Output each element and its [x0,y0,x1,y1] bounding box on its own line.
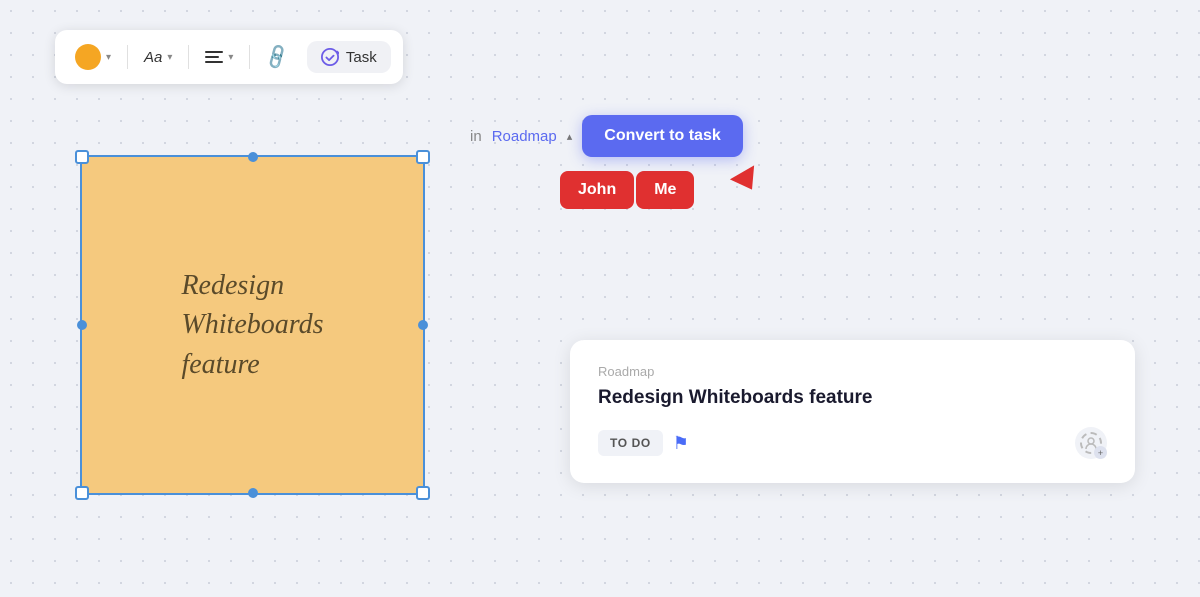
color-picker-button[interactable]: ▾ [67,38,119,76]
task-label: Task [346,49,377,66]
add-user-plus-icon: + [1094,446,1107,459]
align-button[interactable]: ▾ [197,45,241,69]
task-card: Roadmap Redesign Whiteboards feature TO … [570,340,1135,483]
in-text: in [470,128,482,145]
align-chevron-icon: ▾ [228,52,233,63]
card-title: Redesign Whiteboards feature [598,387,1107,409]
color-chevron-icon: ▾ [106,52,111,63]
handle-top-left[interactable] [75,150,89,164]
card-project-label: Roadmap [598,364,1107,379]
font-button[interactable]: Aa ▾ [136,43,180,72]
task-button[interactable]: Task [307,41,391,73]
badge-me: Me [636,171,694,209]
handle-bottom-left[interactable] [75,486,89,500]
card-footer: TO DO ⚑ + [598,427,1107,459]
link-button[interactable]: 🔗 [258,41,296,74]
font-chevron-icon: ▾ [167,52,172,63]
task-check-icon [321,48,339,66]
convert-to-task-button[interactable]: Convert to task [582,115,742,157]
card-footer-left: TO DO ⚑ [598,430,689,456]
roadmap-chevron-icon[interactable]: ▴ [567,130,573,143]
popup-area: in Roadmap ▴ Convert to task John Me [470,115,743,209]
link-icon: 🔗 [263,42,293,71]
handle-top-mid[interactable] [248,152,258,162]
flag-icon[interactable]: ⚑ [673,433,689,454]
color-dot [75,44,101,70]
sticky-note-text: Redesign Whiteboards feature [181,266,323,384]
font-label: Aa [144,49,162,66]
todo-status-badge[interactable]: TO DO [598,430,663,456]
formatting-toolbar: ▾ Aa ▾ ▾ 🔗 Task [55,30,403,84]
divider-2 [188,45,189,69]
align-icon [205,51,223,63]
handle-bottom-right[interactable] [416,486,430,500]
handle-left-mid[interactable] [77,320,87,330]
badge-john: John [560,171,634,209]
handle-bottom-mid[interactable] [248,488,258,498]
sticky-note[interactable]: Redesign Whiteboards feature [80,155,425,495]
divider-1 [127,45,128,69]
user-badges-row: John Me [560,171,743,209]
handle-top-right[interactable] [416,150,430,164]
add-user-button[interactable]: + [1075,427,1107,459]
in-roadmap-row: in Roadmap ▴ Convert to task [470,115,743,157]
roadmap-link[interactable]: Roadmap [492,128,557,145]
handle-right-mid[interactable] [418,320,428,330]
divider-3 [249,45,250,69]
